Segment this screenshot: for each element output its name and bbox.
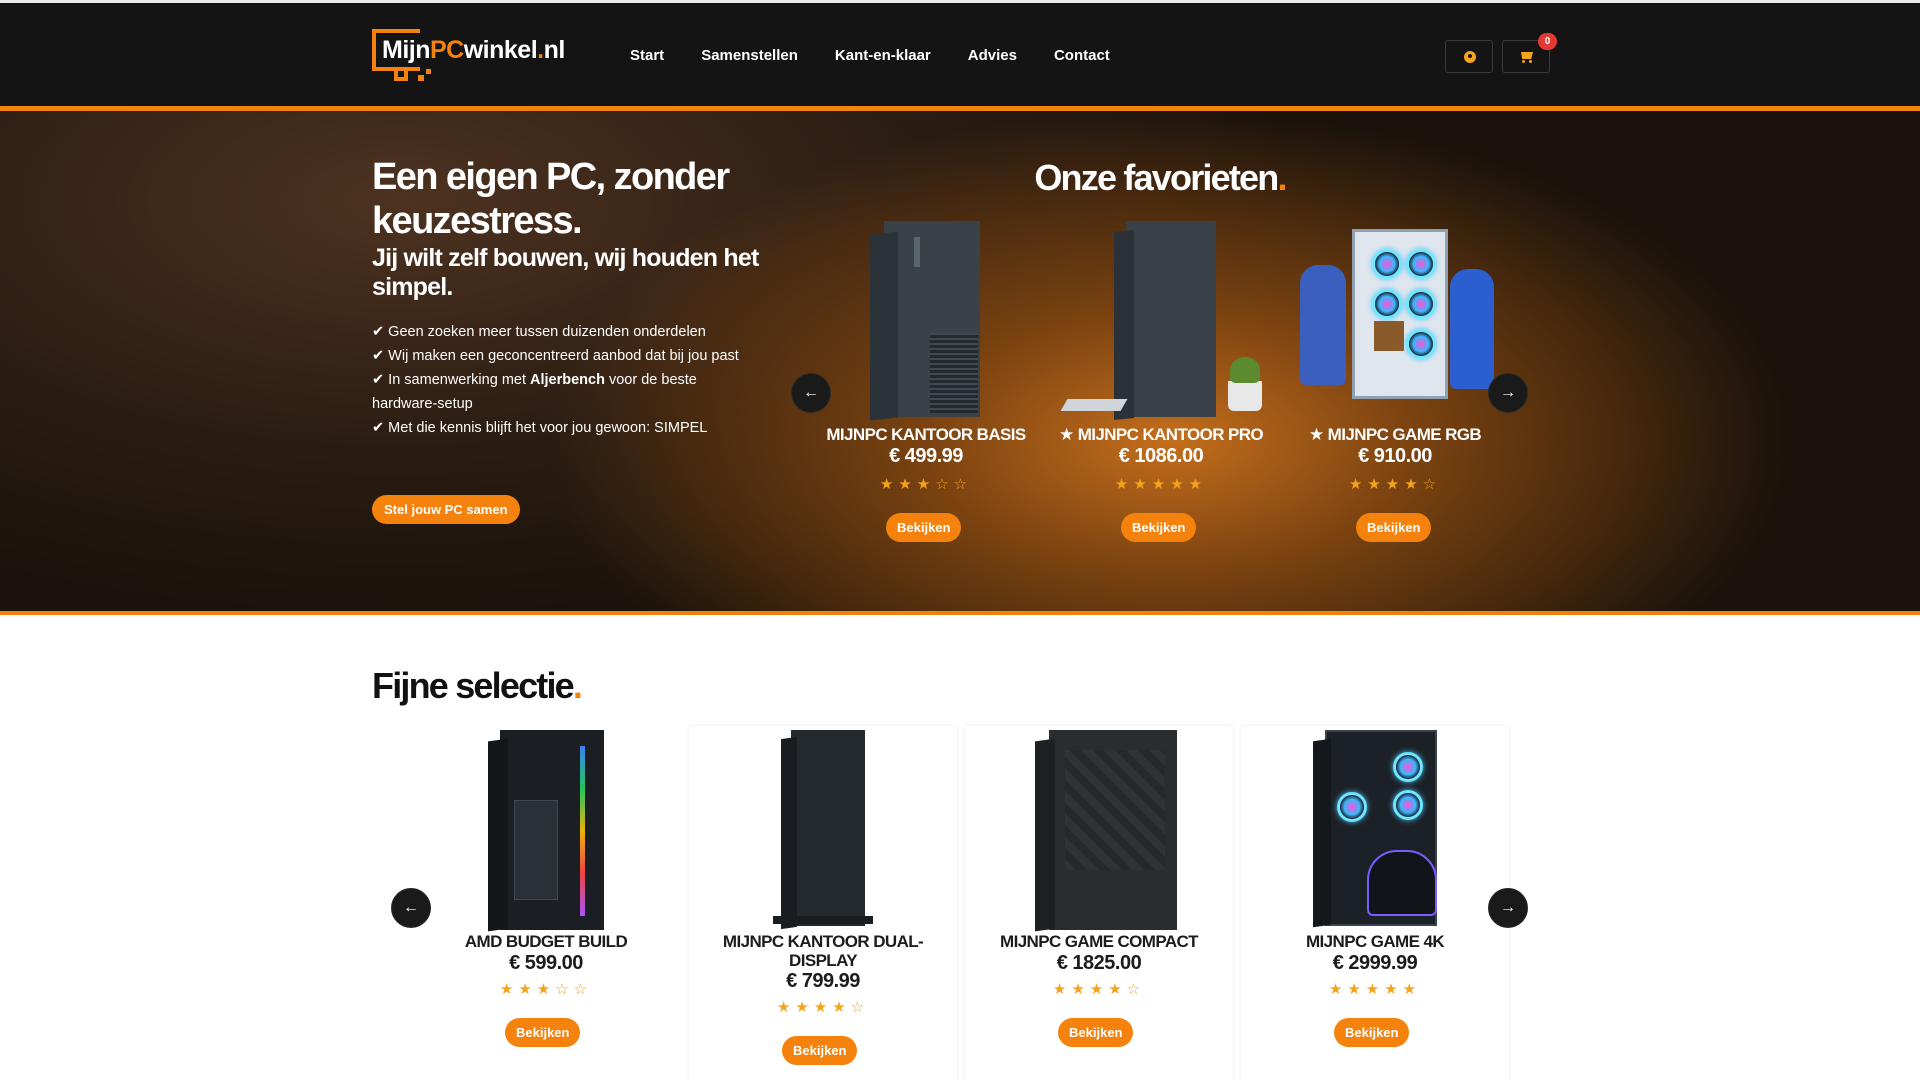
product-price: € 1086.00 [1118,445,1204,467]
product-image [476,730,616,932]
selection-product-card[interactable]: AMD BUDGET BUILD € 599.00 ★★★☆☆ Bekijken [412,726,680,1066]
product-name: AMD BUDGET BUILD [464,932,628,951]
view-product-button[interactable]: Bekijken [1356,513,1432,542]
hero-bottom-line [0,611,1920,615]
logo-text: MijnPCwinkel.nl [382,36,565,64]
product-image [1290,229,1510,404]
product-name: MIJNPC GAME 4K [1305,932,1445,951]
product-name: ★ MIJNPC KANTOOR PRO [1058,425,1264,444]
logo-pixel [426,69,431,74]
rating-stars: ★★★★☆ [776,999,870,1016]
product-price: € 2999.99 [1332,952,1418,974]
logo-pixel [418,75,424,81]
product-price: € 599.00 [509,952,583,974]
favorites-carousel: MIJNPC KANTOOR BASIS € 499.99 ★★★☆☆ Beki… [0,111,1920,611]
product-image [870,221,982,421]
rating-stars: ★★★★★ [1328,981,1422,998]
favorite-product-card[interactable]: MIJNPC KANTOOR BASIS € 499.99 ★★★☆☆ Beki… [820,111,1032,561]
product-name: MIJNPC KANTOOR DUAL- DISPLAY [722,932,924,970]
nav-samenstellen[interactable]: Samenstellen [701,47,798,64]
favorites-next-button[interactable]: → [1488,373,1528,413]
product-image [1015,730,1185,932]
selection-prev-button[interactable]: ← [391,888,431,928]
product-name: MIJNPC KANTOOR BASIS [826,425,1026,444]
arrow-right-icon: → [1500,384,1516,401]
cart-count-badge: 0 [1538,33,1557,50]
selection-next-button[interactable]: → [1488,888,1528,928]
view-product-button[interactable]: Bekijken [1058,1018,1134,1047]
favorites-prev-button[interactable]: ← [791,373,831,413]
arrow-left-icon: ← [803,384,819,401]
selection-product-card[interactable]: MIJNPC GAME COMPACT € 1825.00 ★★★★☆ Beki… [965,726,1233,1066]
product-name: ★ MIJNPC GAME RGB [1308,425,1482,444]
user-icon [1464,51,1476,63]
rating-stars: ★★★★★ [1114,476,1208,493]
product-image [763,730,883,930]
arrow-right-icon: → [1500,899,1516,916]
product-image [1060,221,1264,421]
product-name: MIJNPC GAME COMPACT [1000,932,1199,951]
product-price: € 910.00 [1358,445,1432,467]
view-product-button[interactable]: Bekijken [1121,513,1197,542]
product-image [1301,730,1451,930]
rating-stars: ★★★★☆ [1348,476,1442,493]
account-button[interactable] [1445,40,1493,73]
rating-stars: ★★★☆☆ [499,981,593,998]
selection-product-card[interactable]: MIJNPC KANTOOR DUAL- DISPLAY € 799.99 ★★★… [689,726,957,1076]
view-product-button[interactable]: Bekijken [505,1018,581,1047]
product-price: € 499.99 [889,445,963,467]
arrow-left-icon: ← [403,899,419,916]
nav-advies[interactable]: Advies [968,47,1017,64]
rating-stars: ★★★★☆ [1052,981,1146,998]
favorite-product-card[interactable]: ★ MIJNPC KANTOOR PRO € 1086.00 ★★★★★ Bek… [1054,111,1268,561]
nav-contact[interactable]: Contact [1054,47,1110,64]
nav-kant-en-klaar[interactable]: Kant-en-klaar [835,47,931,64]
rating-stars: ★★★☆☆ [879,476,973,493]
nav-start[interactable]: Start [630,47,664,64]
selection-product-card[interactable]: MIJNPC GAME 4K € 2999.99 ★★★★★ Bekijken [1241,726,1509,1066]
logo-monitor-stand [394,71,408,81]
main-nav: Start Samenstellen Kant-en-klaar Advies … [630,47,1147,64]
product-price: € 1825.00 [1056,952,1142,974]
site-logo[interactable]: MijnPCwinkel.nl [372,27,567,83]
view-product-button[interactable]: Bekijken [886,513,962,542]
selection-title: Fijne selectie. [372,665,583,706]
cart-icon [1519,50,1535,64]
product-price: € 799.99 [786,970,860,992]
view-product-button[interactable]: Bekijken [1334,1018,1410,1047]
site-header: MijnPCwinkel.nl Start Samenstellen Kant-… [0,3,1920,106]
view-product-button[interactable]: Bekijken [782,1036,858,1065]
favorite-product-card[interactable]: ★ MIJNPC GAME RGB € 910.00 ★★★★☆ Bekijke… [1290,111,1500,561]
